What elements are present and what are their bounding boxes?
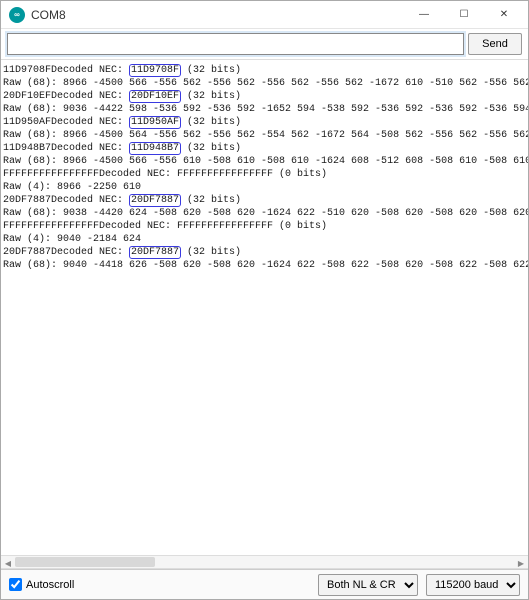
nec-code: 20DF7887 (129, 194, 181, 207)
scroll-right-icon[interactable]: ▶ (514, 556, 528, 570)
output-line: Raw (4): 9040 -2184 624 (3, 233, 526, 246)
arduino-icon: ∞ (9, 7, 25, 23)
output-line: Raw (4): 8966 -2250 610 (3, 181, 526, 194)
line-ending-select[interactable]: Both NL & CR (318, 574, 418, 596)
autoscroll-input[interactable] (9, 578, 22, 591)
output-line: 20DF10EFDecoded NEC: 20DF10EF (32 bits) (3, 90, 526, 103)
minimize-button[interactable]: — (404, 3, 444, 27)
titlebar: ∞ COM8 — ☐ ✕ (1, 1, 528, 29)
baud-select[interactable]: 115200 baud (426, 574, 520, 596)
footer: Autoscroll Both NL & CR 115200 baud (1, 569, 528, 599)
nec-code: 11D948B7 (129, 142, 181, 155)
output-line: 11D9708FDecoded NEC: 11D9708F (32 bits) (3, 64, 526, 77)
input-row: Send (1, 29, 528, 60)
window-controls: — ☐ ✕ (404, 3, 524, 27)
output-line: Raw (68): 8966 -4500 566 -556 562 -556 5… (3, 77, 526, 90)
output-line: 11D948B7Decoded NEC: 11D948B7 (32 bits) (3, 142, 526, 155)
output-line: 11D950AFDecoded NEC: 11D950AF (32 bits) (3, 116, 526, 129)
output-line: Raw (68): 9038 -4420 624 -508 620 -508 6… (3, 207, 526, 220)
nec-code: 20DF10EF (129, 90, 181, 103)
output-line: 20DF7887Decoded NEC: 20DF7887 (32 bits) (3, 246, 526, 259)
nec-code: 20DF7887 (129, 246, 181, 259)
window-title: COM8 (31, 8, 404, 22)
serial-output: 11D9708FDecoded NEC: 11D9708F (32 bits)R… (1, 60, 528, 555)
close-button[interactable]: ✕ (484, 3, 524, 27)
output-line: Raw (68): 9040 -4418 626 -508 620 -508 6… (3, 259, 526, 272)
autoscroll-checkbox[interactable]: Autoscroll (9, 578, 74, 591)
nec-code: 11D950AF (129, 116, 181, 129)
nec-code: 11D9708F (129, 64, 181, 77)
output-line: Raw (68): 9036 -4422 598 -536 592 -536 5… (3, 103, 526, 116)
output-line: FFFFFFFFFFFFFFFFDecoded NEC: FFFFFFFFFFF… (3, 220, 526, 233)
output-line: 20DF7887Decoded NEC: 20DF7887 (32 bits) (3, 194, 526, 207)
send-button[interactable]: Send (468, 33, 522, 55)
output-line: Raw (68): 8966 -4500 566 -556 610 -508 6… (3, 155, 526, 168)
serial-input[interactable] (7, 33, 464, 55)
autoscroll-label: Autoscroll (26, 579, 74, 591)
scroll-thumb[interactable] (15, 557, 155, 567)
output-line: Raw (68): 8966 -4500 564 -556 562 -556 5… (3, 129, 526, 142)
scroll-left-icon[interactable]: ◀ (1, 556, 15, 570)
output-line: FFFFFFFFFFFFFFFFDecoded NEC: FFFFFFFFFFF… (3, 168, 526, 181)
horizontal-scrollbar[interactable]: ◀ ▶ (1, 555, 528, 569)
maximize-button[interactable]: ☐ (444, 3, 484, 27)
